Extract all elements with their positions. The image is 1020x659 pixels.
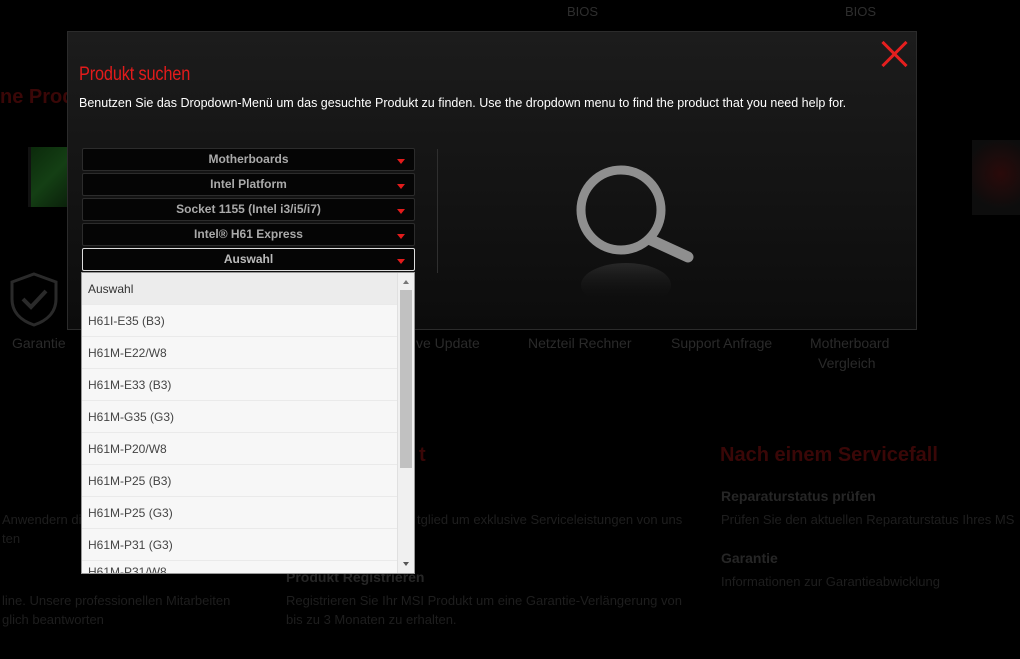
bg-section-title: t (419, 444, 426, 466)
modal-description: Benutzen Sie das Dropdown-Menü um das ge… (79, 96, 847, 110)
bg-text-line: Informationen zur Garantieabwicklung (721, 574, 940, 589)
bg-text-line: glich beantworten (2, 612, 104, 627)
bg-tile-label: Netzteil Rechner (528, 335, 632, 351)
dropdown-option[interactable]: H61M-P31/W8 (82, 561, 398, 573)
shield-check-icon (10, 272, 58, 327)
dropdown-option[interactable]: H61M-E22/W8 (82, 337, 398, 369)
product-dropdown-list[interactable]: Auswahl H61I-E35 (B3) H61M-E22/W8 H61M-E… (81, 272, 415, 574)
dropdown-option[interactable]: H61M-G35 (G3) (82, 401, 398, 433)
bg-tile-label: Motherboard (810, 335, 890, 351)
bg-tile-label: ve Update (416, 335, 480, 351)
bg-text-line: bis zu 3 Monaten zu erhalten. (286, 612, 457, 627)
search-icon (576, 165, 694, 307)
modal-title: Produkt suchen (79, 64, 191, 85)
product-select-group: Motherboards Intel Platform Socket 1155 … (82, 148, 415, 273)
select-value: Intel® H61 Express (194, 227, 303, 241)
platform-select[interactable]: Intel Platform (82, 173, 415, 196)
bg-text-line: Anwendern di (2, 512, 82, 527)
socket-select[interactable]: Socket 1155 (Intel i3/i5/i7) (82, 198, 415, 221)
chevron-down-icon (397, 259, 405, 264)
close-icon[interactable] (880, 39, 910, 69)
dropdown-option[interactable]: H61M-E33 (B3) (82, 369, 398, 401)
dropdown-option[interactable]: H61M-P25 (B3) (82, 465, 398, 497)
bg-product-image (972, 140, 1020, 215)
divider (437, 149, 438, 273)
bg-link-heading: Reparaturstatus prüfen (721, 488, 876, 504)
dropdown-option[interactable]: H61M-P31 (G3) (82, 529, 398, 561)
chevron-down-icon (397, 234, 405, 239)
bg-text-line: ten (2, 531, 21, 546)
bg-tile-label: Vergleich (818, 355, 876, 371)
scroll-thumb[interactable] (400, 290, 412, 468)
bg-text-line: Registrieren Sie Ihr MSI Produkt um eine… (286, 593, 682, 608)
bg-text-line: line. Unsere professionellen Mitarbeiten (2, 593, 231, 608)
product-select[interactable]: Auswahl (82, 248, 415, 271)
select-value: Motherboards (208, 152, 289, 166)
select-value: Intel Platform (210, 177, 287, 191)
chevron-down-icon (397, 184, 405, 189)
chipset-select[interactable]: Intel® H61 Express (82, 223, 415, 246)
chevron-down-icon (397, 159, 405, 164)
dropdown-option[interactable]: H61M-P20/W8 (82, 433, 398, 465)
bg-section-title: Nach einem Servicefall (720, 444, 938, 466)
bg-link-heading: Garantie (721, 550, 778, 566)
dropdown-option[interactable]: Auswahl (82, 273, 398, 305)
select-value: Socket 1155 (Intel i3/i5/i7) (176, 202, 321, 216)
dropdown-option[interactable]: H61M-P25 (G3) (82, 497, 398, 529)
category-select[interactable]: Motherboards (82, 148, 415, 171)
dropdown-option[interactable]: H61I-E35 (B3) (82, 305, 398, 337)
chevron-down-icon (397, 209, 405, 214)
bg-bios-label: BIOS (845, 4, 877, 19)
scroll-down-icon[interactable] (403, 562, 409, 566)
bg-text-line: tglied um exklusive Serviceleistungen vo… (417, 512, 683, 527)
bg-bios-label: BIOS (567, 4, 599, 19)
select-value: Auswahl (223, 252, 274, 266)
bg-text-line: Prüfen Sie den aktuellen Reparaturstatus… (721, 512, 1015, 527)
bg-tile-label: Support Anfrage (671, 335, 773, 351)
bg-product-image (28, 147, 70, 207)
bg-tile-label: Garantie (12, 335, 66, 351)
dropdown-scrollbar[interactable] (397, 273, 414, 573)
scroll-up-icon[interactable] (403, 280, 409, 284)
